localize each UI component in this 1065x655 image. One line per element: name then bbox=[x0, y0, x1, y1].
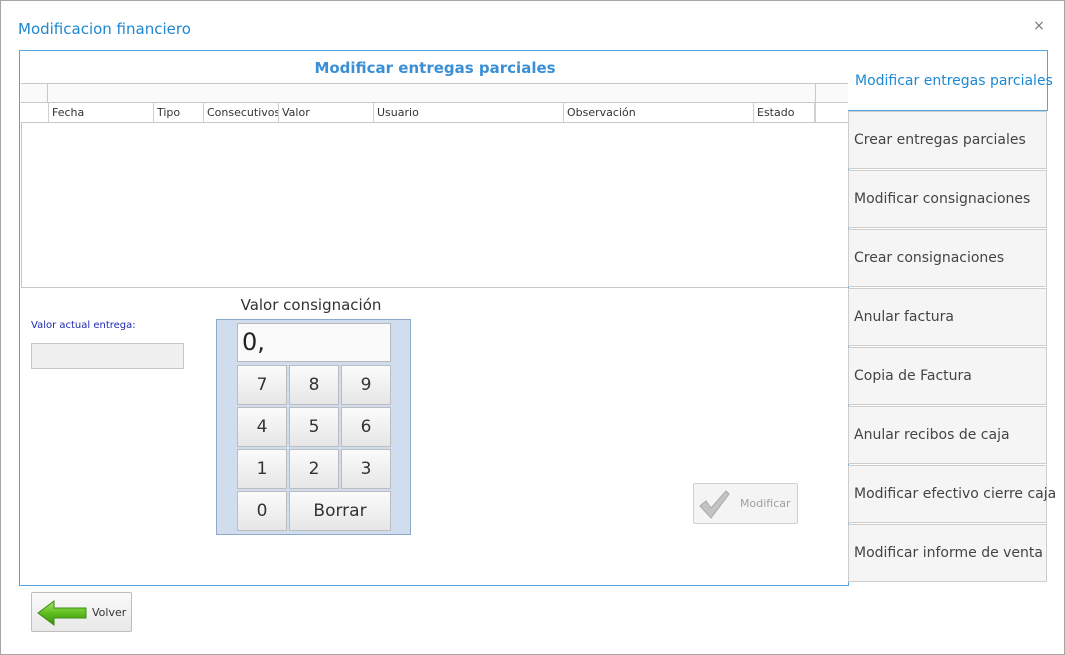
tab-anular-factura[interactable]: Anular factura bbox=[848, 288, 1047, 346]
dialog-window: Modificacion financiero × Modificar entr… bbox=[0, 0, 1065, 655]
valor-actual-field[interactable] bbox=[31, 343, 184, 369]
volver-button[interactable]: Volver bbox=[31, 592, 132, 632]
key-1[interactable]: 1 bbox=[237, 449, 287, 489]
tab-modificar-efectivo-cierre-caja[interactable]: Modificar efectivo cierre caja bbox=[848, 465, 1056, 523]
key-4[interactable]: 4 bbox=[237, 407, 287, 447]
entregas-grid[interactable]: Fecha Tipo Consecutivos Valor Usuario Ob… bbox=[21, 83, 848, 288]
column-header-consecutivos[interactable]: Consecutivos bbox=[204, 103, 279, 122]
column-header-estado[interactable]: Estado bbox=[754, 103, 815, 122]
grid-header-row: Fecha Tipo Consecutivos Valor Usuario Ob… bbox=[21, 103, 848, 123]
column-header-fecha[interactable]: Fecha bbox=[49, 103, 154, 122]
key-6[interactable]: 6 bbox=[341, 407, 391, 447]
panel-title: Modificar entregas parciales bbox=[314, 59, 556, 77]
key-2[interactable]: 2 bbox=[289, 449, 339, 489]
key-0[interactable]: 0 bbox=[237, 491, 287, 531]
delete-button[interactable]: Borrar bbox=[289, 491, 391, 531]
volver-label: Volver bbox=[92, 606, 127, 619]
window-title: Modificacion financiero bbox=[18, 20, 191, 38]
key-5[interactable]: 5 bbox=[289, 407, 339, 447]
key-7[interactable]: 7 bbox=[237, 365, 287, 405]
grid-header-filler bbox=[815, 103, 848, 122]
tab-crear-consignaciones[interactable]: Crear consignaciones bbox=[848, 229, 1047, 287]
column-header-observacion[interactable]: Observación bbox=[564, 103, 754, 122]
column-header-usuario[interactable]: Usuario bbox=[374, 103, 564, 122]
grid-group-row bbox=[21, 83, 848, 103]
numeric-keypad: 0, 7 8 9 4 5 6 1 2 3 0 Borrar bbox=[216, 319, 411, 535]
key-3[interactable]: 3 bbox=[341, 449, 391, 489]
side-tabs: Modificar entregas parciales Crear entre… bbox=[848, 50, 1056, 583]
tab-modificar-consignaciones[interactable]: Modificar consignaciones bbox=[848, 170, 1047, 228]
valor-actual-label: Valor actual entrega: bbox=[31, 320, 136, 331]
key-8[interactable]: 8 bbox=[289, 365, 339, 405]
tab-modificar-entregas-parciales[interactable]: Modificar entregas parciales bbox=[848, 50, 1053, 111]
valor-consignacion-label: Valor consignación bbox=[240, 296, 382, 314]
column-header-tipo[interactable]: Tipo bbox=[154, 103, 204, 122]
grid-corner-cell bbox=[21, 84, 48, 103]
tab-anular-recibos-de-caja[interactable]: Anular recibos de caja bbox=[848, 406, 1047, 464]
main-panel: Modificar entregas parciales Fecha Tipo … bbox=[19, 50, 849, 586]
back-arrow-icon bbox=[37, 600, 87, 626]
key-9[interactable]: 9 bbox=[341, 365, 391, 405]
keypad-display[interactable]: 0, bbox=[237, 323, 391, 362]
row-selector-header bbox=[21, 103, 49, 122]
modificar-button[interactable]: Modificar bbox=[693, 483, 798, 524]
checkmark-icon bbox=[699, 490, 730, 519]
close-icon[interactable]: × bbox=[1032, 19, 1046, 33]
grid-right-cell bbox=[815, 84, 848, 103]
modificar-label: Modificar bbox=[740, 497, 791, 510]
tab-modificar-informe-de-venta[interactable]: Modificar informe de venta bbox=[848, 524, 1047, 582]
tab-copia-de-factura[interactable]: Copia de Factura bbox=[848, 347, 1047, 405]
tab-crear-entregas-parciales[interactable]: Crear entregas parciales bbox=[848, 111, 1047, 169]
column-header-valor[interactable]: Valor bbox=[279, 103, 374, 122]
